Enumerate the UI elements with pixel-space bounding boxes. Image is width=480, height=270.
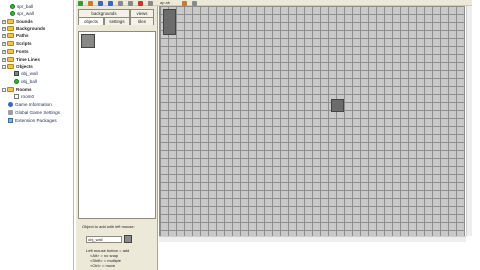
tree-item-spr-ball[interactable]: spr_ball [10, 3, 33, 10]
undo-icon[interactable] [88, 0, 93, 6]
info-icon [8, 102, 13, 107]
room-grid[interactable] [160, 6, 465, 236]
sprite-icon [10, 4, 15, 9]
tree-item-obj-ball[interactable]: obj_ball [14, 78, 37, 85]
tree-folder-label: Paths [16, 32, 29, 38]
tree-folder-backgrounds[interactable]: + Backgrounds [2, 25, 45, 32]
tree-item-label: spr_wall [17, 10, 34, 16]
tree-folder-label: Backgrounds [16, 25, 46, 31]
collapse-icon[interactable]: - [2, 87, 6, 92]
lock-icon[interactable] [128, 0, 133, 6]
expand-icon[interactable]: + [2, 49, 6, 54]
window-edge [472, 0, 480, 270]
clear-icon[interactable] [98, 0, 103, 6]
object-to-add-label: Object to add with left mouse: [82, 224, 135, 229]
tree-folder-label: Sounds [16, 18, 33, 24]
sort-icon[interactable] [118, 0, 123, 6]
status-area [159, 242, 472, 270]
folder-icon [7, 26, 14, 31]
tree-folder-label: Rooms [16, 86, 32, 92]
folder-icon [7, 19, 14, 24]
view-icon[interactable] [192, 0, 197, 6]
room-icon [14, 94, 19, 99]
ok-checkmark-icon[interactable] [78, 0, 83, 6]
tab-settings[interactable]: settings [104, 17, 130, 25]
tree-folder-label: Objects [16, 63, 33, 69]
room-properties-panel: backgrounds views objects settings tiles… [76, 6, 158, 270]
resource-tree: spr_ball spr_wall + Sounds + Backgrounds… [0, 0, 74, 270]
object-name-field[interactable]: obj_wall [86, 236, 122, 243]
expand-icon[interactable]: + [2, 19, 6, 24]
tree-folder-label: Time Lines [16, 56, 40, 62]
tree-folder-scripts[interactable]: + Scripts [2, 40, 32, 47]
tree-item-label: room0 [21, 93, 35, 99]
folder-icon [7, 49, 14, 54]
tree-folder-label: Fonts [16, 48, 29, 54]
delete-icon[interactable] [138, 0, 143, 6]
tree-folder-paths[interactable]: + Paths [2, 32, 29, 39]
collapse-icon[interactable]: - [2, 64, 6, 69]
tree-item-room0[interactable]: room0 [14, 93, 34, 100]
tab-row-bottom: objects settings tiles [78, 17, 154, 25]
tree-folder-time-lines[interactable]: + Time Lines [2, 56, 40, 63]
tree-item-spr-wall[interactable]: spr_wall [10, 10, 34, 17]
expand-icon[interactable]: + [2, 33, 6, 38]
object-palette[interactable] [78, 31, 156, 219]
tree-folder-fonts[interactable]: + Fonts [2, 48, 29, 55]
help-line: <Ctrl> = move [90, 263, 116, 268]
zoom-icon[interactable] [182, 0, 187, 6]
object-icon [14, 71, 19, 76]
object-menu-button[interactable] [124, 235, 132, 243]
expand-icon[interactable]: + [2, 41, 6, 46]
folder-icon [7, 57, 14, 62]
tree-item-label: obj_wall [21, 70, 38, 76]
folder-icon [7, 33, 14, 38]
tab-tiles[interactable]: tiles [130, 17, 154, 25]
object-icon [14, 79, 19, 84]
expand-icon[interactable]: + [2, 26, 6, 31]
tab-objects[interactable]: objects [78, 17, 104, 25]
folder-icon [7, 41, 14, 46]
tab-views[interactable]: views [130, 9, 154, 17]
tree-item-obj-wall[interactable]: obj_wall [14, 70, 38, 77]
tree-item-global-game-settings[interactable]: Global Game Settings [8, 109, 60, 116]
tree-folder-label: Scripts [16, 40, 32, 46]
shift-icon[interactable] [108, 0, 113, 6]
tree-item-label: Global Game Settings [15, 109, 60, 115]
tree-item-label: Game Information [15, 101, 52, 107]
snap-values: ap ab [160, 0, 171, 5]
folder-icon [7, 64, 14, 69]
tree-item-label: obj_ball [21, 78, 37, 84]
tree-item-label: Extension Packages [15, 117, 57, 123]
tab-backgrounds[interactable]: backgrounds [78, 9, 130, 17]
tree-folder-objects[interactable]: - Objects [2, 63, 33, 70]
tree-folder-sounds[interactable]: + Sounds [2, 18, 33, 25]
tab-row-top: backgrounds views [78, 9, 154, 17]
tree-item-label: spr_ball [17, 3, 34, 9]
package-icon [8, 118, 13, 123]
tree-folder-rooms[interactable]: - Rooms [2, 86, 32, 93]
tree-item-extension-packages[interactable]: Extension Packages [8, 117, 57, 124]
room-canvas[interactable] [159, 6, 465, 236]
sprite-icon [10, 11, 15, 16]
wall-instance[interactable] [163, 9, 176, 35]
object-selection-area: Object to add with left mouse: obj_wall … [78, 220, 156, 270]
wall-instance[interactable] [331, 99, 344, 112]
grid-icon[interactable] [148, 0, 153, 6]
expand-icon[interactable]: + [2, 57, 6, 62]
gear-icon [8, 110, 13, 115]
folder-icon [7, 87, 14, 92]
obj-wall-thumbnail[interactable] [81, 34, 95, 48]
tree-item-game-information[interactable]: Game Information [8, 101, 52, 108]
